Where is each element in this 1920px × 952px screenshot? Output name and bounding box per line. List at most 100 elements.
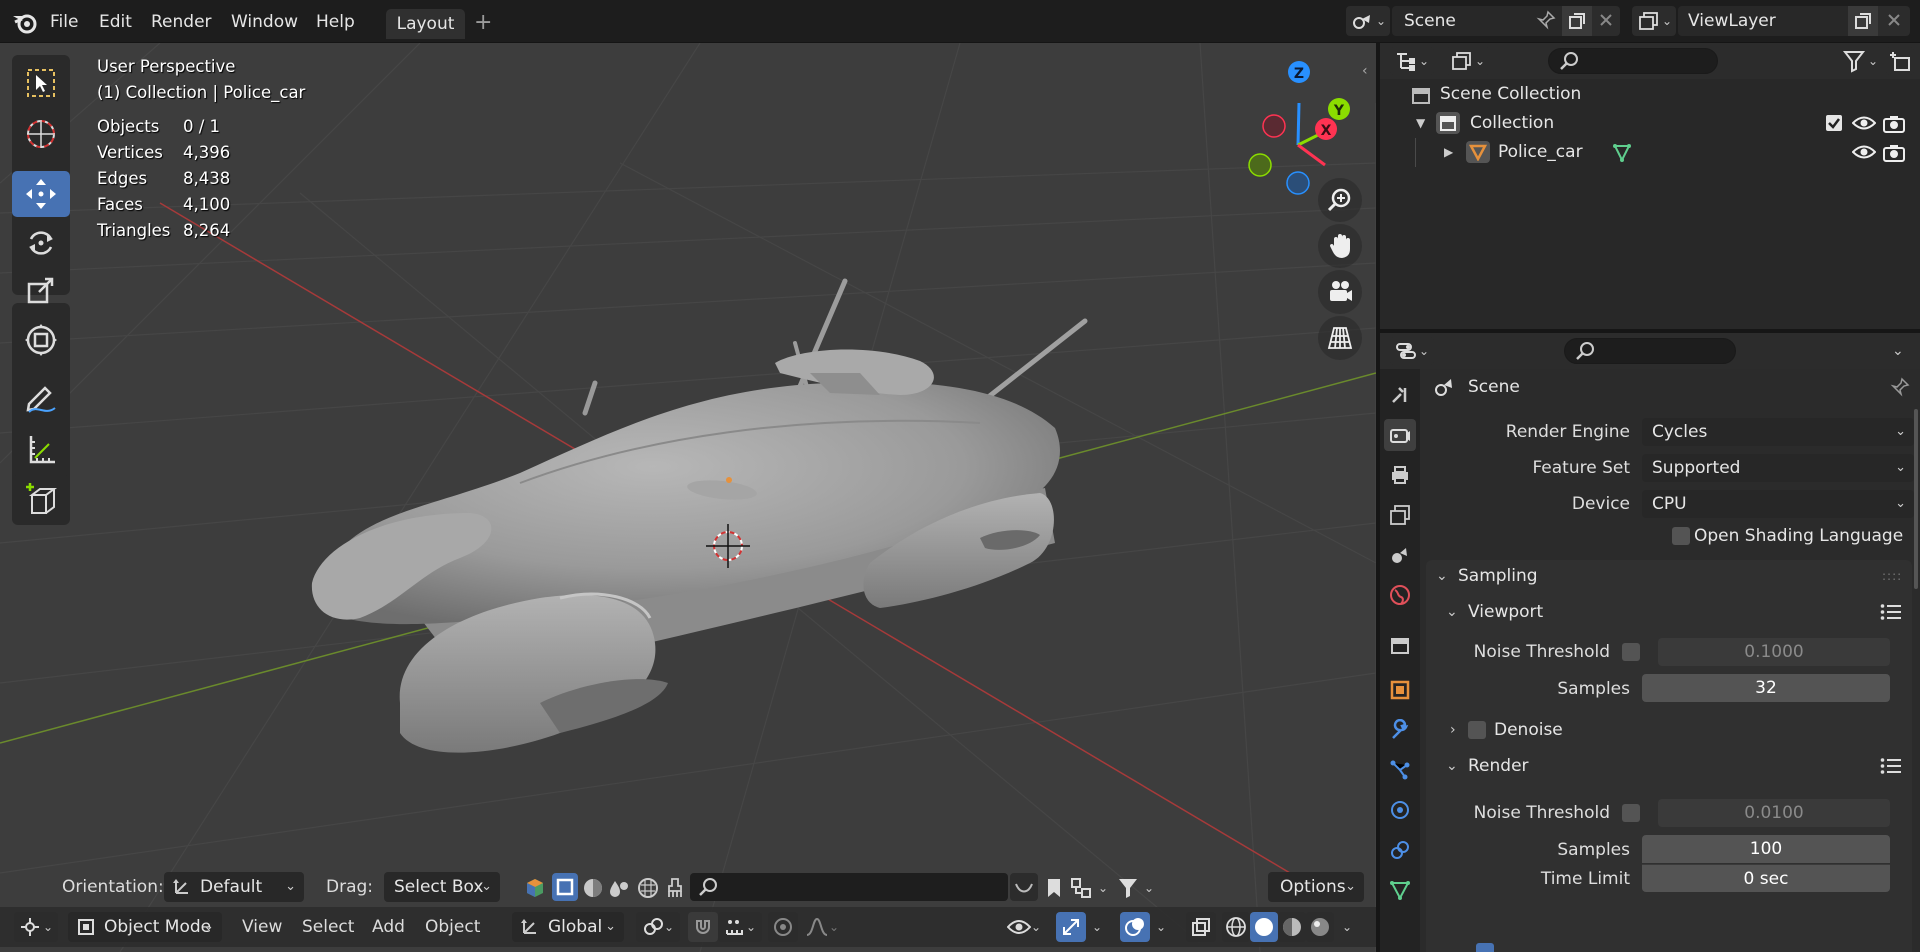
snap-target-button[interactable]: ⌄ — [718, 912, 762, 942]
filter-icon[interactable] — [1116, 876, 1140, 900]
chevron-down-icon[interactable]: ⌄ — [1156, 912, 1166, 942]
osl-checkbox[interactable] — [1672, 527, 1690, 545]
snap-toggle-button[interactable] — [688, 912, 718, 942]
tab-constraints[interactable] — [1384, 834, 1416, 866]
brush-icon[interactable] — [664, 877, 686, 899]
tab-view-layer[interactable] — [1384, 499, 1416, 531]
menu-edit[interactable]: Edit — [99, 10, 132, 34]
tab-collection[interactable] — [1384, 629, 1416, 661]
outliner-collection[interactable]: ▼ Collection — [1380, 109, 1920, 138]
chevron-down-icon[interactable]: ⌄ — [1868, 47, 1878, 75]
drag-dropdown[interactable]: Select Box ⌄ — [384, 872, 500, 902]
vp-samples-field[interactable]: 32 — [1642, 674, 1890, 702]
shading-material-icon[interactable] — [582, 877, 604, 899]
new-collection-button[interactable] — [1886, 47, 1914, 75]
menu-window[interactable]: Window — [231, 10, 298, 34]
camera-render-icon[interactable] — [1882, 143, 1906, 163]
object-mode-dropdown[interactable]: Object Mode ⌄ — [68, 912, 222, 942]
outliner-search-input[interactable] — [1548, 48, 1718, 74]
xray-toggle-button[interactable] — [1186, 912, 1216, 942]
feature-set-dropdown[interactable]: Supported ⌄ — [1642, 454, 1914, 482]
measure-tool[interactable] — [12, 427, 70, 473]
chevron-down-icon[interactable]: ⌄ — [1144, 873, 1154, 903]
hierarchy-icon[interactable] — [1070, 877, 1094, 899]
render-samples-field[interactable]: 100 — [1642, 835, 1890, 863]
cursor-tool[interactable] — [12, 111, 70, 157]
new-viewlayer-button[interactable] — [1848, 6, 1878, 36]
viewlayer-name-field[interactable]: ViewLayer — [1678, 6, 1860, 36]
collection-checkbox[interactable] — [1826, 115, 1842, 131]
tab-data[interactable] — [1384, 874, 1416, 906]
shading-material-button[interactable] — [1278, 912, 1306, 942]
rotate-tool[interactable] — [12, 220, 70, 266]
blender-logo-icon[interactable] — [10, 8, 40, 36]
menu-select[interactable]: Select — [302, 912, 354, 942]
delete-viewlayer-button[interactable] — [1878, 6, 1910, 36]
overlays-toggle-button[interactable] — [1120, 912, 1150, 942]
pivot-point-button[interactable]: ⌄ — [636, 912, 680, 942]
transform-orientation-dropdown[interactable]: Global ⌄ — [512, 912, 624, 942]
menu-help[interactable]: Help — [316, 10, 355, 34]
options-dropdown[interactable]: Options ⌄ — [1268, 872, 1364, 902]
render-noise-threshold-checkbox[interactable] — [1622, 804, 1640, 822]
shading-solid-button[interactable] — [1250, 912, 1278, 942]
menu-file[interactable]: File — [50, 10, 78, 34]
outliner-object-row[interactable]: ▶ Police_car — [1380, 138, 1920, 167]
scale-tool[interactable] — [12, 267, 70, 313]
display-mode-button[interactable]: ⌄ — [1446, 47, 1490, 75]
device-dropdown[interactable]: CPU ⌄ — [1642, 490, 1914, 518]
pan-button[interactable] — [1318, 224, 1362, 268]
eye-icon[interactable] — [1852, 144, 1876, 160]
next-panel-header[interactable] — [1426, 929, 1912, 952]
properties-scrollbar[interactable] — [1914, 409, 1918, 589]
eye-icon[interactable] — [1852, 115, 1876, 131]
outliner-editor-type-button[interactable]: ⌄ — [1390, 47, 1434, 75]
bookmark-icon[interactable] — [1044, 877, 1064, 899]
render-engine-dropdown[interactable]: Cycles ⌄ — [1642, 418, 1914, 446]
chevron-down-icon[interactable]: ⌄ — [1092, 912, 1102, 942]
properties-editor-type-button[interactable]: ⌄ — [1390, 337, 1434, 365]
tab-tool[interactable] — [1384, 379, 1416, 411]
expand-arrow-icon[interactable]: ▼ — [1416, 109, 1425, 138]
gizmo-toggle-button[interactable] — [1056, 912, 1086, 942]
mesh-data-icon[interactable] — [1612, 143, 1632, 163]
add-cube-tool[interactable] — [12, 477, 70, 523]
chevron-down-icon[interactable]: ⌄ — [1342, 912, 1352, 942]
menu-object[interactable]: Object — [425, 912, 480, 942]
denoise-subpanel-header[interactable]: › Denoise — [1440, 714, 1910, 746]
tab-layout[interactable]: Layout — [386, 9, 465, 39]
select-mode-new-button[interactable] — [552, 873, 578, 901]
menu-render[interactable]: Render — [151, 10, 212, 34]
visibility-button[interactable]: ⌄ — [1002, 912, 1046, 942]
properties-search-input[interactable] — [1564, 338, 1736, 364]
delete-scene-button[interactable] — [1592, 6, 1620, 36]
drag-handle-icon[interactable]: :::: — [1882, 560, 1902, 592]
editor-type-button[interactable]: ⌄ — [14, 912, 58, 942]
pin-icon[interactable] — [1890, 377, 1910, 397]
move-tool[interactable] — [12, 171, 70, 217]
menu-view[interactable]: View — [242, 912, 282, 942]
viewlayer-browse-button[interactable]: ⌄ — [1632, 6, 1676, 36]
tab-particles[interactable] — [1384, 754, 1416, 786]
header-search-input[interactable] — [690, 873, 1008, 901]
tab-physics[interactable] — [1384, 794, 1416, 826]
camera-render-icon[interactable] — [1882, 114, 1906, 134]
presets-list-icon[interactable] — [1880, 756, 1902, 776]
viewport-subpanel-header[interactable]: ⌄ Viewport — [1440, 596, 1910, 628]
render-noise-threshold-field[interactable]: 0.0100 — [1658, 799, 1890, 827]
orientation-dropdown[interactable]: Default ⌄ — [164, 872, 304, 902]
vp-noise-threshold-field[interactable]: 0.1000 — [1658, 638, 1890, 666]
chevron-down-icon[interactable]: ⌄ — [1892, 337, 1904, 365]
scene-browse-button[interactable]: ⌄ — [1346, 6, 1390, 36]
falloff-button[interactable]: ⌄ — [800, 912, 844, 942]
tab-output[interactable] — [1384, 459, 1416, 491]
transform-tool[interactable] — [12, 317, 70, 363]
tab-render[interactable] — [1384, 419, 1416, 451]
tab-object[interactable] — [1384, 674, 1416, 706]
tab-scene[interactable] — [1384, 539, 1416, 571]
camera-view-button[interactable] — [1318, 270, 1362, 314]
perspective-toggle-button[interactable] — [1318, 316, 1362, 360]
tab-world[interactable] — [1384, 579, 1416, 611]
new-scene-button[interactable] — [1562, 6, 1592, 36]
time-limit-field[interactable]: 0 sec — [1642, 864, 1890, 892]
